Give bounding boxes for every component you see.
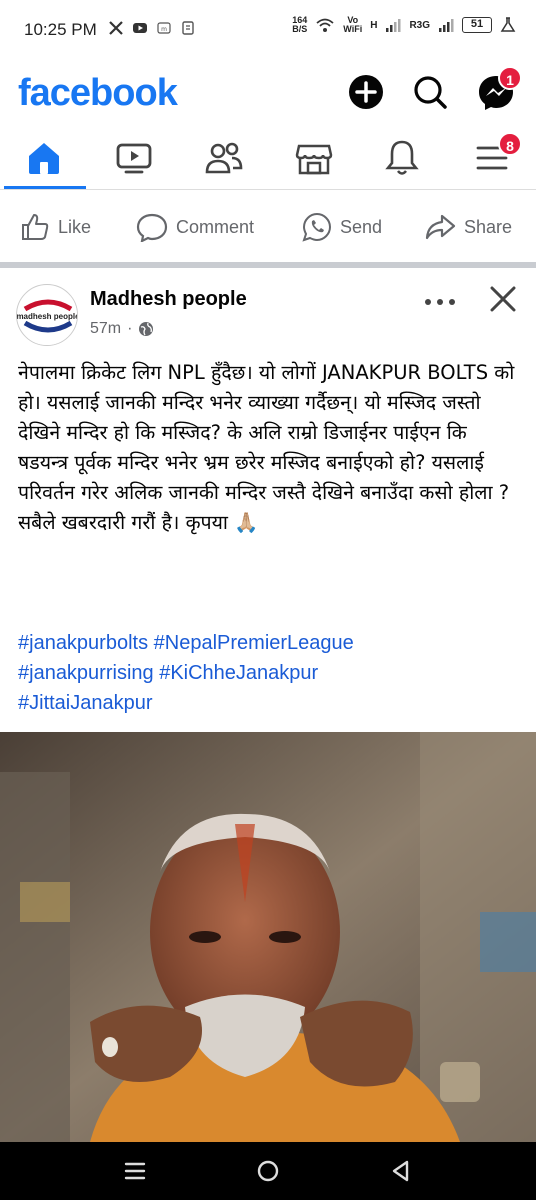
search-icon [414, 76, 447, 109]
tab-home[interactable] [24, 138, 64, 178]
active-tab-indicator [4, 186, 86, 189]
x-icon [109, 21, 123, 35]
network-speed: 164 B/S [292, 15, 308, 34]
back-icon [392, 1160, 409, 1182]
tab-menu[interactable]: 8 [472, 132, 522, 178]
messages-icon: m [157, 22, 171, 34]
post-actions-bar: Like Comment Send Share [0, 190, 536, 266]
hide-post-button[interactable] [488, 284, 518, 314]
like-label: Like [58, 216, 92, 237]
create-button[interactable] [346, 72, 386, 112]
home-icon [29, 143, 59, 174]
author-avatar[interactable]: madhesh people [16, 284, 78, 346]
signal-icon-2 [439, 19, 454, 32]
messenger-button[interactable]: 1 [476, 66, 522, 112]
tab-notifications[interactable] [382, 138, 422, 178]
globe-icon [139, 322, 154, 336]
comment-label: Comment [176, 216, 255, 237]
share-label: Share [464, 216, 513, 237]
more-dots-icon [425, 299, 455, 305]
messenger-badge: 1 [498, 66, 522, 90]
send-button[interactable]: Send [302, 212, 382, 242]
like-icon [22, 214, 49, 240]
marketplace-icon [295, 144, 333, 175]
svg-text:m: m [161, 26, 167, 33]
close-icon [490, 286, 516, 312]
send-label: Send [340, 216, 383, 237]
comment-button[interactable]: Comment [136, 212, 254, 242]
search-button[interactable] [410, 72, 450, 112]
recents-icon [124, 1162, 146, 1180]
r3g-indicator: R3G [409, 19, 430, 31]
recents-button[interactable] [120, 1156, 150, 1186]
bell-icon [385, 140, 419, 175]
whatsapp-icon [302, 212, 332, 242]
menu-badge: 8 [498, 132, 522, 156]
signal-icon-1 [386, 19, 401, 32]
feed-separator [0, 262, 536, 268]
clipboard-icon [182, 21, 194, 35]
h-indicator: H [370, 19, 378, 31]
share-icon [425, 214, 456, 240]
app-header: facebook 1 [0, 60, 536, 130]
home-nav-button[interactable] [253, 1156, 283, 1186]
friends-icon [205, 142, 243, 174]
post-hashtags: #janakpurbolts #NepalPremierLeague #jana… [18, 628, 523, 718]
wifi-icon [316, 18, 334, 32]
back-button[interactable] [386, 1156, 416, 1186]
flask-icon [500, 17, 516, 32]
video-icon [116, 143, 152, 174]
plus-icon [349, 75, 383, 109]
vowifi-indicator: Vo WiFi [343, 15, 363, 34]
youtube-icon [133, 23, 147, 33]
status-bar: 10:25 PM m 164 B/S Vo WiFi H R3G 51 [0, 0, 536, 60]
tab-marketplace[interactable] [294, 138, 334, 178]
hashtag-link[interactable]: #JittaiJanakpur [18, 692, 153, 714]
author-name[interactable]: Madhesh people [90, 288, 247, 311]
notification-icons: m [108, 20, 196, 36]
hashtag-link[interactable]: #janakpurrising [18, 662, 154, 684]
post-meta: 57m · [90, 320, 154, 338]
post-header: madhesh people Madhesh people 57m · [0, 278, 536, 348]
post-body-text: नेपालमा क्रिकेट लिग NPL हुँदैछ। यो लोगों… [18, 361, 515, 534]
post-image[interactable] [0, 732, 536, 1142]
facebook-logo[interactable]: facebook [18, 72, 178, 115]
more-options-button[interactable] [422, 290, 458, 314]
post-time[interactable]: 57m [90, 320, 121, 338]
hashtag-link[interactable]: #NepalPremierLeague [154, 632, 354, 654]
status-time: 10:25 PM [24, 20, 97, 39]
hashtag-link[interactable]: #janakpurbolts [18, 632, 148, 654]
tab-video[interactable] [114, 138, 154, 178]
system-nav-bar [0, 1142, 536, 1200]
share-button[interactable]: Share [424, 212, 512, 242]
home-circle-icon [257, 1160, 279, 1182]
like-button[interactable]: Like [20, 212, 91, 242]
hashtag-link[interactable]: #KiChheJanakpur [159, 662, 318, 684]
man-portrait-image [0, 732, 536, 1142]
tab-friends[interactable] [204, 138, 244, 178]
battery-indicator: 51 [462, 17, 492, 33]
comment-icon [136, 213, 168, 242]
system-indicators: 164 B/S Vo WiFi H R3G 51 [292, 16, 516, 34]
main-tabs: 8 [0, 130, 536, 190]
svg-text:madhesh people: madhesh people [17, 312, 78, 321]
madhesh-people-logo: madhesh people [17, 286, 78, 345]
